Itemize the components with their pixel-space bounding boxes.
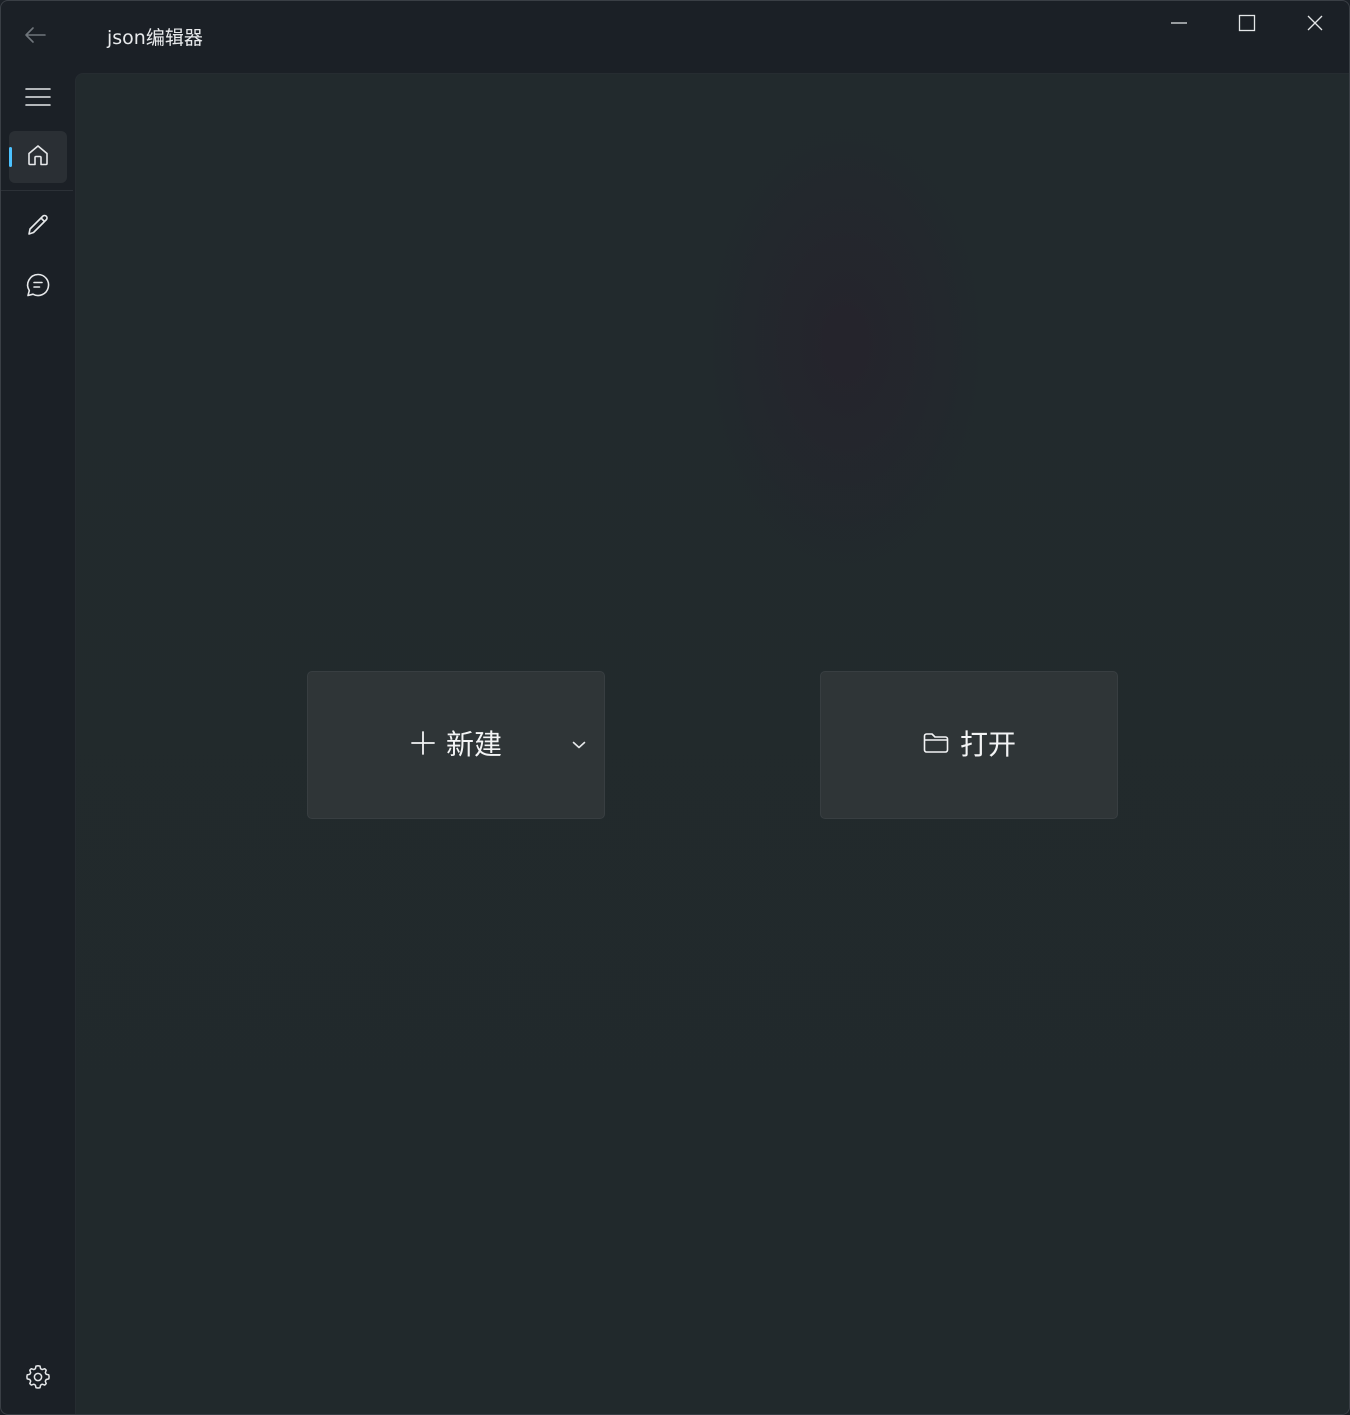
new-file-button[interactable]: 新建	[307, 671, 605, 819]
nav-item-settings[interactable]	[9, 1353, 67, 1405]
plus-icon	[410, 730, 436, 760]
gear-settings-icon	[25, 1364, 51, 1394]
main-content: 新建 打开	[75, 73, 1349, 1414]
home-icon	[26, 143, 50, 171]
nav-item-chat[interactable]	[9, 261, 67, 313]
close-icon	[1306, 14, 1324, 36]
pencil-edit-icon	[25, 212, 51, 242]
chat-bubble-icon	[25, 272, 51, 302]
hamburger-menu-icon	[25, 86, 51, 112]
chevron-down-icon[interactable]	[570, 736, 588, 754]
title-bar: json编辑器	[1, 1, 1349, 73]
back-button[interactable]	[15, 19, 55, 55]
maximize-icon	[1238, 14, 1256, 36]
close-button[interactable]	[1281, 1, 1349, 49]
maximize-button[interactable]	[1213, 1, 1281, 49]
nav-item-home[interactable]	[9, 131, 67, 183]
app-title: json编辑器	[107, 27, 203, 49]
folder-icon	[922, 731, 950, 759]
open-button-label: 打开	[959, 728, 1016, 761]
open-file-button[interactable]: 打开	[820, 671, 1118, 819]
minimize-icon	[1170, 14, 1188, 36]
minimize-button[interactable]	[1145, 1, 1213, 49]
app-window: json编辑器 新建 打开	[0, 0, 1350, 1415]
navigation-rail	[1, 73, 73, 1414]
nav-item-edit[interactable]	[9, 201, 67, 253]
arrow-left-icon	[24, 26, 46, 48]
nav-divider	[1, 190, 73, 191]
menu-toggle-button[interactable]	[9, 73, 67, 125]
new-button-label: 新建	[445, 728, 502, 761]
selection-indicator	[9, 147, 12, 167]
